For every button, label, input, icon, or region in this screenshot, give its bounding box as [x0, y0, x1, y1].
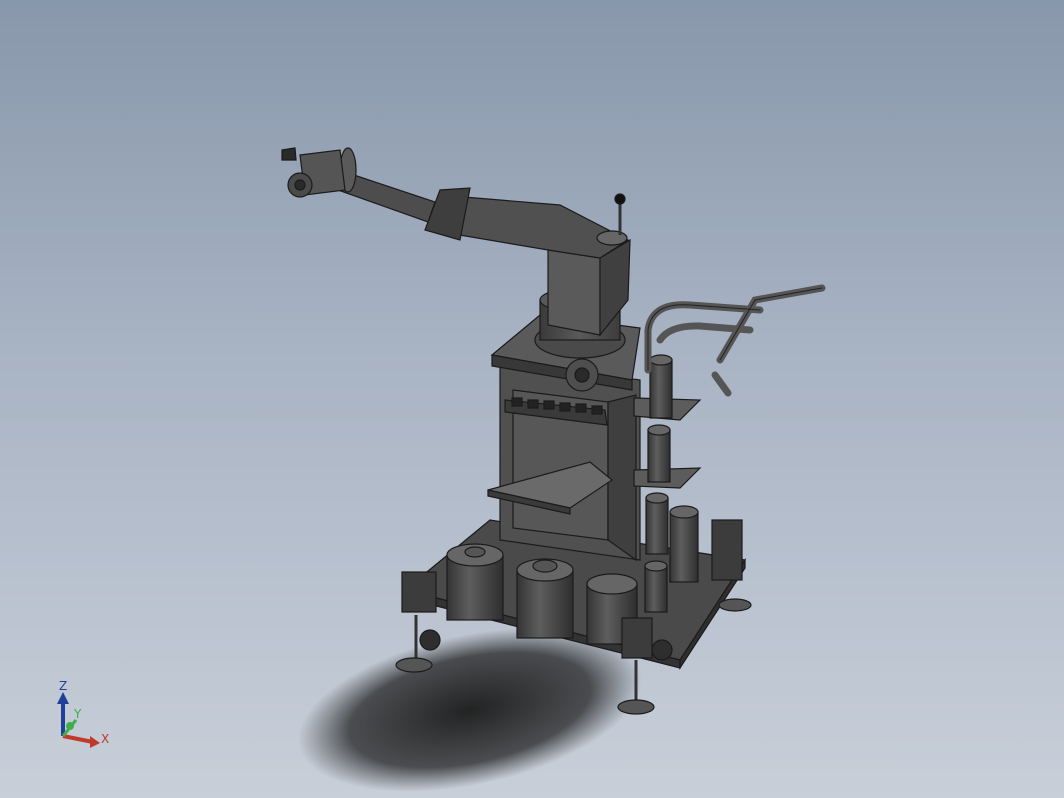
- x-axis-label: X: [101, 732, 109, 746]
- coordinate-triad: Z Y X: [57, 679, 109, 748]
- push-handle: [644, 284, 826, 397]
- y-axis-label: Y: [73, 707, 82, 721]
- z-axis-arrow: [57, 692, 69, 704]
- z-axis-label: Z: [59, 679, 67, 693]
- robot-cart-model[interactable]: [0, 0, 1064, 798]
- robot-arm: [281, 147, 631, 337]
- x-axis-line: [62, 734, 94, 744]
- origin-dot: [66, 722, 74, 730]
- cad-viewport[interactable]: Z Y X: [0, 0, 1064, 798]
- x-axis-arrow: [90, 736, 100, 748]
